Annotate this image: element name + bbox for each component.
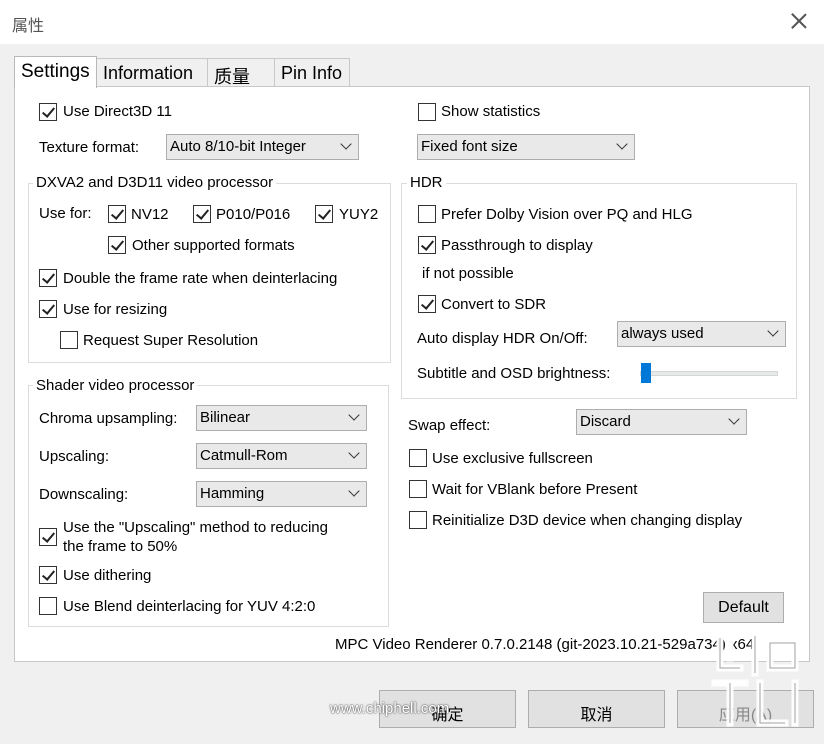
tab-quality[interactable]: 质量 bbox=[207, 58, 275, 87]
close-icon[interactable] bbox=[788, 10, 810, 32]
show-statistics-checkbox[interactable] bbox=[418, 103, 436, 121]
use-d3d11-checkbox[interactable] bbox=[39, 103, 57, 121]
resizing-checkbox[interactable] bbox=[39, 300, 57, 318]
convert-sdr-label: Convert to SDR bbox=[441, 296, 547, 313]
texture-format-label: Texture format: bbox=[39, 139, 140, 156]
chevron-down-icon bbox=[348, 447, 360, 459]
dithering-checkbox[interactable] bbox=[39, 566, 57, 584]
hdr-group-title: HDR bbox=[407, 174, 446, 191]
font-size-select[interactable]: Fixed font size bbox=[417, 134, 635, 160]
upscale-method-label-1: Use the "Upscaling" method to reducing bbox=[63, 519, 328, 536]
blend-label: Use Blend deinterlacing for YUV 4:2:0 bbox=[63, 598, 316, 615]
nv12-checkbox[interactable] bbox=[108, 205, 126, 223]
chevron-down-icon bbox=[728, 413, 740, 425]
upscaling-value: Catmull-Rom bbox=[200, 447, 288, 464]
exclusive-fullscreen-checkbox[interactable] bbox=[409, 449, 427, 467]
other-formats-label: Other supported formats bbox=[132, 237, 295, 254]
tab-settings[interactable]: Settings bbox=[14, 56, 97, 88]
nv12-label: NV12 bbox=[131, 206, 169, 223]
dolby-label: Prefer Dolby Vision over PQ and HLG bbox=[441, 206, 693, 223]
dxva-group-title: DXVA2 and D3D11 video processor bbox=[33, 174, 277, 191]
upscaling-select[interactable]: Catmull-Rom bbox=[196, 443, 367, 469]
reinit-checkbox[interactable] bbox=[409, 511, 427, 529]
auto-display-select[interactable]: always used bbox=[617, 321, 786, 347]
chroma-value: Bilinear bbox=[200, 409, 251, 426]
yuy2-label: YUY2 bbox=[339, 206, 379, 223]
chroma-select[interactable]: Bilinear bbox=[196, 405, 367, 431]
passthrough-label: Passthrough to display bbox=[441, 237, 593, 254]
dolby-checkbox[interactable] bbox=[418, 205, 436, 223]
texture-format-value: Auto 8/10-bit Integer bbox=[170, 138, 306, 155]
font-size-value: Fixed font size bbox=[421, 138, 518, 155]
other-formats-checkbox[interactable] bbox=[108, 236, 126, 254]
chevron-down-icon bbox=[767, 325, 779, 337]
downscaling-value: Hamming bbox=[200, 485, 265, 502]
vblank-label: Wait for VBlank before Present bbox=[432, 481, 638, 498]
cancel-button[interactable]: 取消 bbox=[528, 690, 665, 728]
brightness-slider-thumb[interactable] bbox=[641, 363, 651, 383]
super-res-label: Request Super Resolution bbox=[83, 332, 259, 349]
swap-effect-label: Swap effect: bbox=[408, 417, 491, 434]
p010-label: P010/P016 bbox=[216, 206, 291, 223]
window-title: 属性 bbox=[12, 18, 45, 35]
brightness-label: Subtitle and OSD brightness: bbox=[417, 365, 611, 382]
upscale-method-label-2: the frame to 50% bbox=[63, 538, 178, 555]
passthrough-checkbox[interactable] bbox=[418, 236, 436, 254]
use-for-label: Use for: bbox=[39, 205, 92, 222]
upscale-method-checkbox[interactable] bbox=[39, 528, 57, 546]
auto-display-label: Auto display HDR On/Off: bbox=[417, 330, 588, 347]
convert-sdr-checkbox[interactable] bbox=[418, 295, 436, 313]
resizing-label: Use for resizing bbox=[63, 301, 168, 318]
chevron-down-icon bbox=[340, 138, 352, 150]
exclusive-fullscreen-label: Use exclusive fullscreen bbox=[432, 450, 593, 467]
shader-group-title: Shader video processor bbox=[33, 377, 198, 394]
downscaling-select[interactable]: Hamming bbox=[196, 481, 367, 507]
if-not-possible-label: if not possible bbox=[422, 265, 514, 282]
dithering-label: Use dithering bbox=[63, 567, 152, 584]
auto-display-value: always used bbox=[621, 325, 704, 342]
p010-checkbox[interactable] bbox=[193, 205, 211, 223]
blend-checkbox[interactable] bbox=[39, 597, 57, 615]
chevron-down-icon bbox=[348, 485, 360, 497]
tab-information[interactable]: Information bbox=[96, 58, 208, 86]
swap-effect-select[interactable]: Discard bbox=[576, 409, 747, 435]
tab-pin-info[interactable]: Pin Info bbox=[274, 58, 350, 86]
texture-format-select[interactable]: Auto 8/10-bit Integer bbox=[166, 134, 359, 160]
chevron-down-icon bbox=[616, 138, 628, 150]
use-d3d11-label: Use Direct3D 11 bbox=[63, 103, 172, 120]
brightness-slider-track[interactable] bbox=[640, 371, 778, 376]
vblank-checkbox[interactable] bbox=[409, 480, 427, 498]
chroma-label: Chroma upsampling: bbox=[39, 410, 178, 427]
upscaling-label: Upscaling: bbox=[39, 448, 110, 465]
double-rate-checkbox[interactable] bbox=[39, 269, 57, 287]
double-rate-label: Double the frame rate when deinterlacing bbox=[63, 270, 338, 287]
reinit-label: Reinitialize D3D device when changing di… bbox=[432, 512, 743, 529]
show-statistics-label: Show statistics bbox=[441, 103, 541, 120]
watermark-text: www.chiphell.com bbox=[330, 700, 450, 717]
yuy2-checkbox[interactable] bbox=[315, 205, 333, 223]
swap-effect-value: Discard bbox=[580, 413, 631, 430]
chevron-down-icon bbox=[348, 409, 360, 421]
default-button[interactable]: Default bbox=[703, 592, 784, 623]
title-bar bbox=[0, 0, 824, 44]
version-label: MPC Video Renderer 0.7.0.2148 (git-2023.… bbox=[335, 636, 755, 653]
downscaling-label: Downscaling: bbox=[39, 486, 129, 503]
super-res-checkbox[interactable] bbox=[60, 331, 78, 349]
chiphell-logo-icon bbox=[711, 632, 799, 727]
